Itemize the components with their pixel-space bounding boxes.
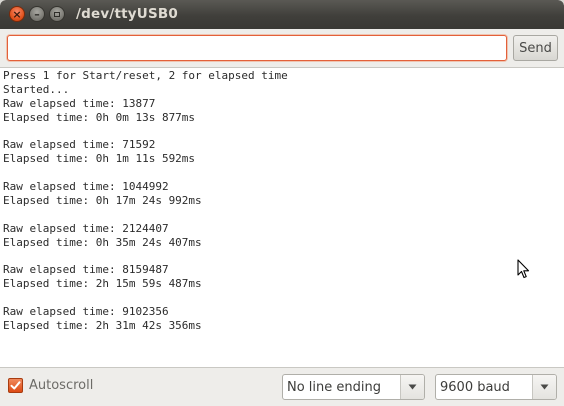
title-bar[interactable]: × – /dev/ttyUSB0 bbox=[0, 0, 564, 29]
serial-input[interactable] bbox=[7, 35, 507, 61]
serial-monitor-window: × – /dev/ttyUSB0 Send Press 1 for Start/… bbox=[0, 0, 564, 406]
baud-rate-dropdown-button[interactable] bbox=[532, 375, 556, 399]
output-line: Elapsed time: 0h 17m 24s 992ms bbox=[3, 194, 202, 208]
output-line: Elapsed time: 2h 31m 42s 356ms bbox=[3, 319, 202, 333]
output-line: Started... bbox=[3, 82, 70, 96]
output-line: Raw elapsed time: 9102356 bbox=[3, 305, 169, 319]
minimize-button[interactable]: – bbox=[29, 6, 45, 22]
autoscroll-toggle[interactable]: Autoscroll bbox=[8, 378, 93, 393]
close-button[interactable]: × bbox=[9, 6, 25, 22]
output-line: Elapsed time: 2h 15m 59s 487ms bbox=[3, 277, 202, 291]
footer-bar: Autoscroll No line ending 9600 baud bbox=[0, 368, 564, 406]
mouse-pointer-icon bbox=[517, 259, 530, 279]
line-ending-dropdown-button[interactable] bbox=[400, 375, 424, 399]
send-button[interactable]: Send bbox=[513, 35, 558, 61]
line-ending-value: No line ending bbox=[287, 379, 381, 395]
minimize-icon: – bbox=[34, 7, 40, 21]
chevron-down-icon bbox=[540, 384, 549, 390]
line-ending-select[interactable]: No line ending bbox=[282, 374, 425, 400]
output-line: Raw elapsed time: 1044992 bbox=[3, 180, 169, 194]
chevron-down-icon bbox=[408, 384, 417, 390]
output-line: Raw elapsed time: 71592 bbox=[3, 138, 156, 152]
baud-rate-value: 9600 baud bbox=[440, 379, 510, 395]
output-line: Elapsed time: 0h 1m 11s 592ms bbox=[3, 152, 196, 166]
autoscroll-label: Autoscroll bbox=[29, 378, 94, 393]
output-line: Raw elapsed time: 13877 bbox=[3, 96, 156, 110]
baud-rate-select[interactable]: 9600 baud bbox=[435, 374, 557, 400]
autoscroll-checkbox[interactable] bbox=[8, 378, 23, 393]
output-line: Elapsed time: 0h 35m 24s 407ms bbox=[3, 235, 202, 249]
serial-output[interactable]: Press 1 for Start/reset, 2 for elapsed t… bbox=[0, 67, 564, 368]
maximize-icon bbox=[54, 11, 60, 17]
output-line: Raw elapsed time: 8159487 bbox=[3, 263, 169, 277]
maximize-button[interactable] bbox=[49, 6, 65, 22]
output-line: Raw elapsed time: 2124407 bbox=[3, 221, 169, 235]
send-row: Send bbox=[0, 29, 564, 67]
checkmark-icon bbox=[10, 381, 21, 390]
output-line: Elapsed time: 0h 0m 13s 877ms bbox=[3, 110, 196, 124]
close-icon: × bbox=[12, 7, 22, 21]
window-title: /dev/ttyUSB0 bbox=[76, 6, 178, 22]
output-line: Press 1 for Start/reset, 2 for elapsed t… bbox=[3, 69, 288, 82]
